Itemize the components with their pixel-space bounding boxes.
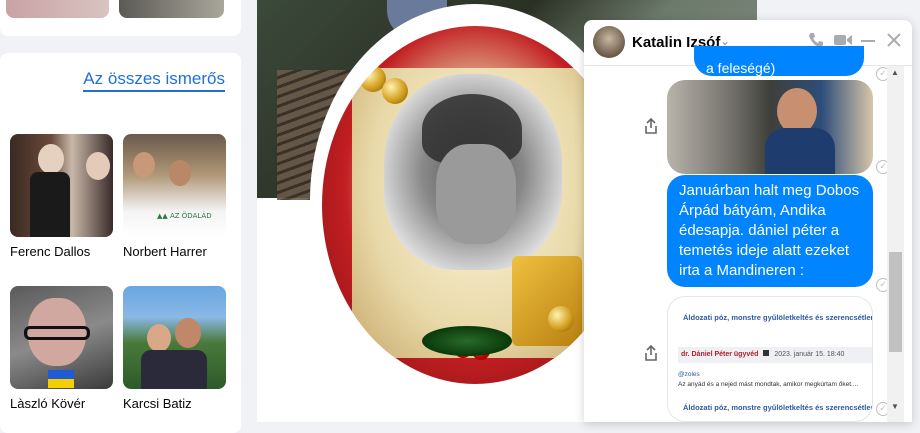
friend-photo[interactable]: [10, 286, 113, 389]
message-text: a feleségé): [706, 60, 776, 76]
share-icon[interactable]: [642, 117, 660, 136]
chat-scrollbar[interactable]: ▲ ▼: [887, 66, 904, 422]
profile-picture[interactable]: [322, 26, 628, 384]
friend-name[interactable]: Karcsi Batiz: [123, 396, 226, 411]
link-preview-author: dr. Dániel Péter ügyvéd: [681, 351, 759, 358]
image-attachment[interactable]: [667, 80, 873, 174]
gift-box: [512, 256, 582, 346]
photo-thumbnail[interactable]: [6, 0, 109, 18]
friend-photo[interactable]: ▲▲ AZ ÖDALÁD: [123, 134, 226, 237]
photos-card: [0, 0, 241, 36]
message-bubble[interactable]: Januárban halt meg Dobos Árpád bátyám, A…: [667, 175, 873, 287]
message-text: Januárban halt meg Dobos Árpád bátyám, A…: [679, 182, 860, 279]
gold-ornament: [548, 306, 574, 332]
badge-icon: [763, 350, 770, 356]
pine-branch: [422, 326, 512, 356]
scroll-up-icon[interactable]: ▲: [891, 68, 899, 77]
link-preview-text: Az anyád és a nejed mást mondtak, amikor…: [678, 381, 859, 388]
friend-photo[interactable]: [10, 134, 113, 237]
friend-item[interactable]: Ferenc Dallos: [10, 134, 113, 259]
link-preview-meta: dr. Dániel Péter ügyvéd 2023. január 15.…: [678, 347, 872, 363]
friend-photo[interactable]: [123, 286, 226, 389]
close-icon[interactable]: [886, 32, 902, 51]
friends-card: Az összes ismerős Ferenc Dallos ▲▲ AZ ÖD…: [0, 53, 241, 433]
friend-item[interactable]: Karcsi Batiz: [123, 286, 226, 411]
avatar[interactable]: [593, 26, 625, 58]
all-friends-link[interactable]: Az összes ismerős: [83, 69, 225, 92]
link-preview-handle: @zoles: [678, 371, 700, 378]
share-icon[interactable]: [642, 344, 660, 363]
link-preview-title[interactable]: Áldozati póz, monstre gyűlöletkeltés és …: [683, 403, 872, 412]
friend-name[interactable]: Norbert Harrer: [123, 244, 226, 259]
friend-name[interactable]: Làszló Kövér: [10, 396, 113, 411]
link-preview-card[interactable]: Áldozati póz, monstre gyűlöletkeltés és …: [667, 296, 873, 422]
message-bubble[interactable]: a feleségé): [694, 46, 864, 76]
friend-item[interactable]: ▲▲ AZ ÖDALÁD Norbert Harrer: [123, 134, 226, 259]
photo-thumbnail[interactable]: [119, 0, 224, 18]
link-preview-date: 2023. január 15. 18:40: [774, 351, 845, 358]
holly-berry: [348, 56, 366, 74]
bell-ornament: [382, 78, 408, 104]
chat-window: Katalin Izsóf ⌄ a feleségé) ✓ ✓ Januárba…: [584, 20, 912, 422]
scrollbar-thumb[interactable]: [889, 252, 902, 352]
scroll-down-icon[interactable]: ▼: [891, 402, 899, 411]
portrait-graphic: [384, 74, 562, 270]
friend-name[interactable]: Ferenc Dallos: [10, 244, 113, 259]
left-column: Az összes ismerős Ferenc Dallos ▲▲ AZ ÖD…: [0, 0, 241, 433]
friend-item[interactable]: Làszló Kövér: [10, 286, 113, 411]
link-preview-title[interactable]: Áldozati póz, monstre gyűlöletkeltés és …: [683, 313, 872, 322]
